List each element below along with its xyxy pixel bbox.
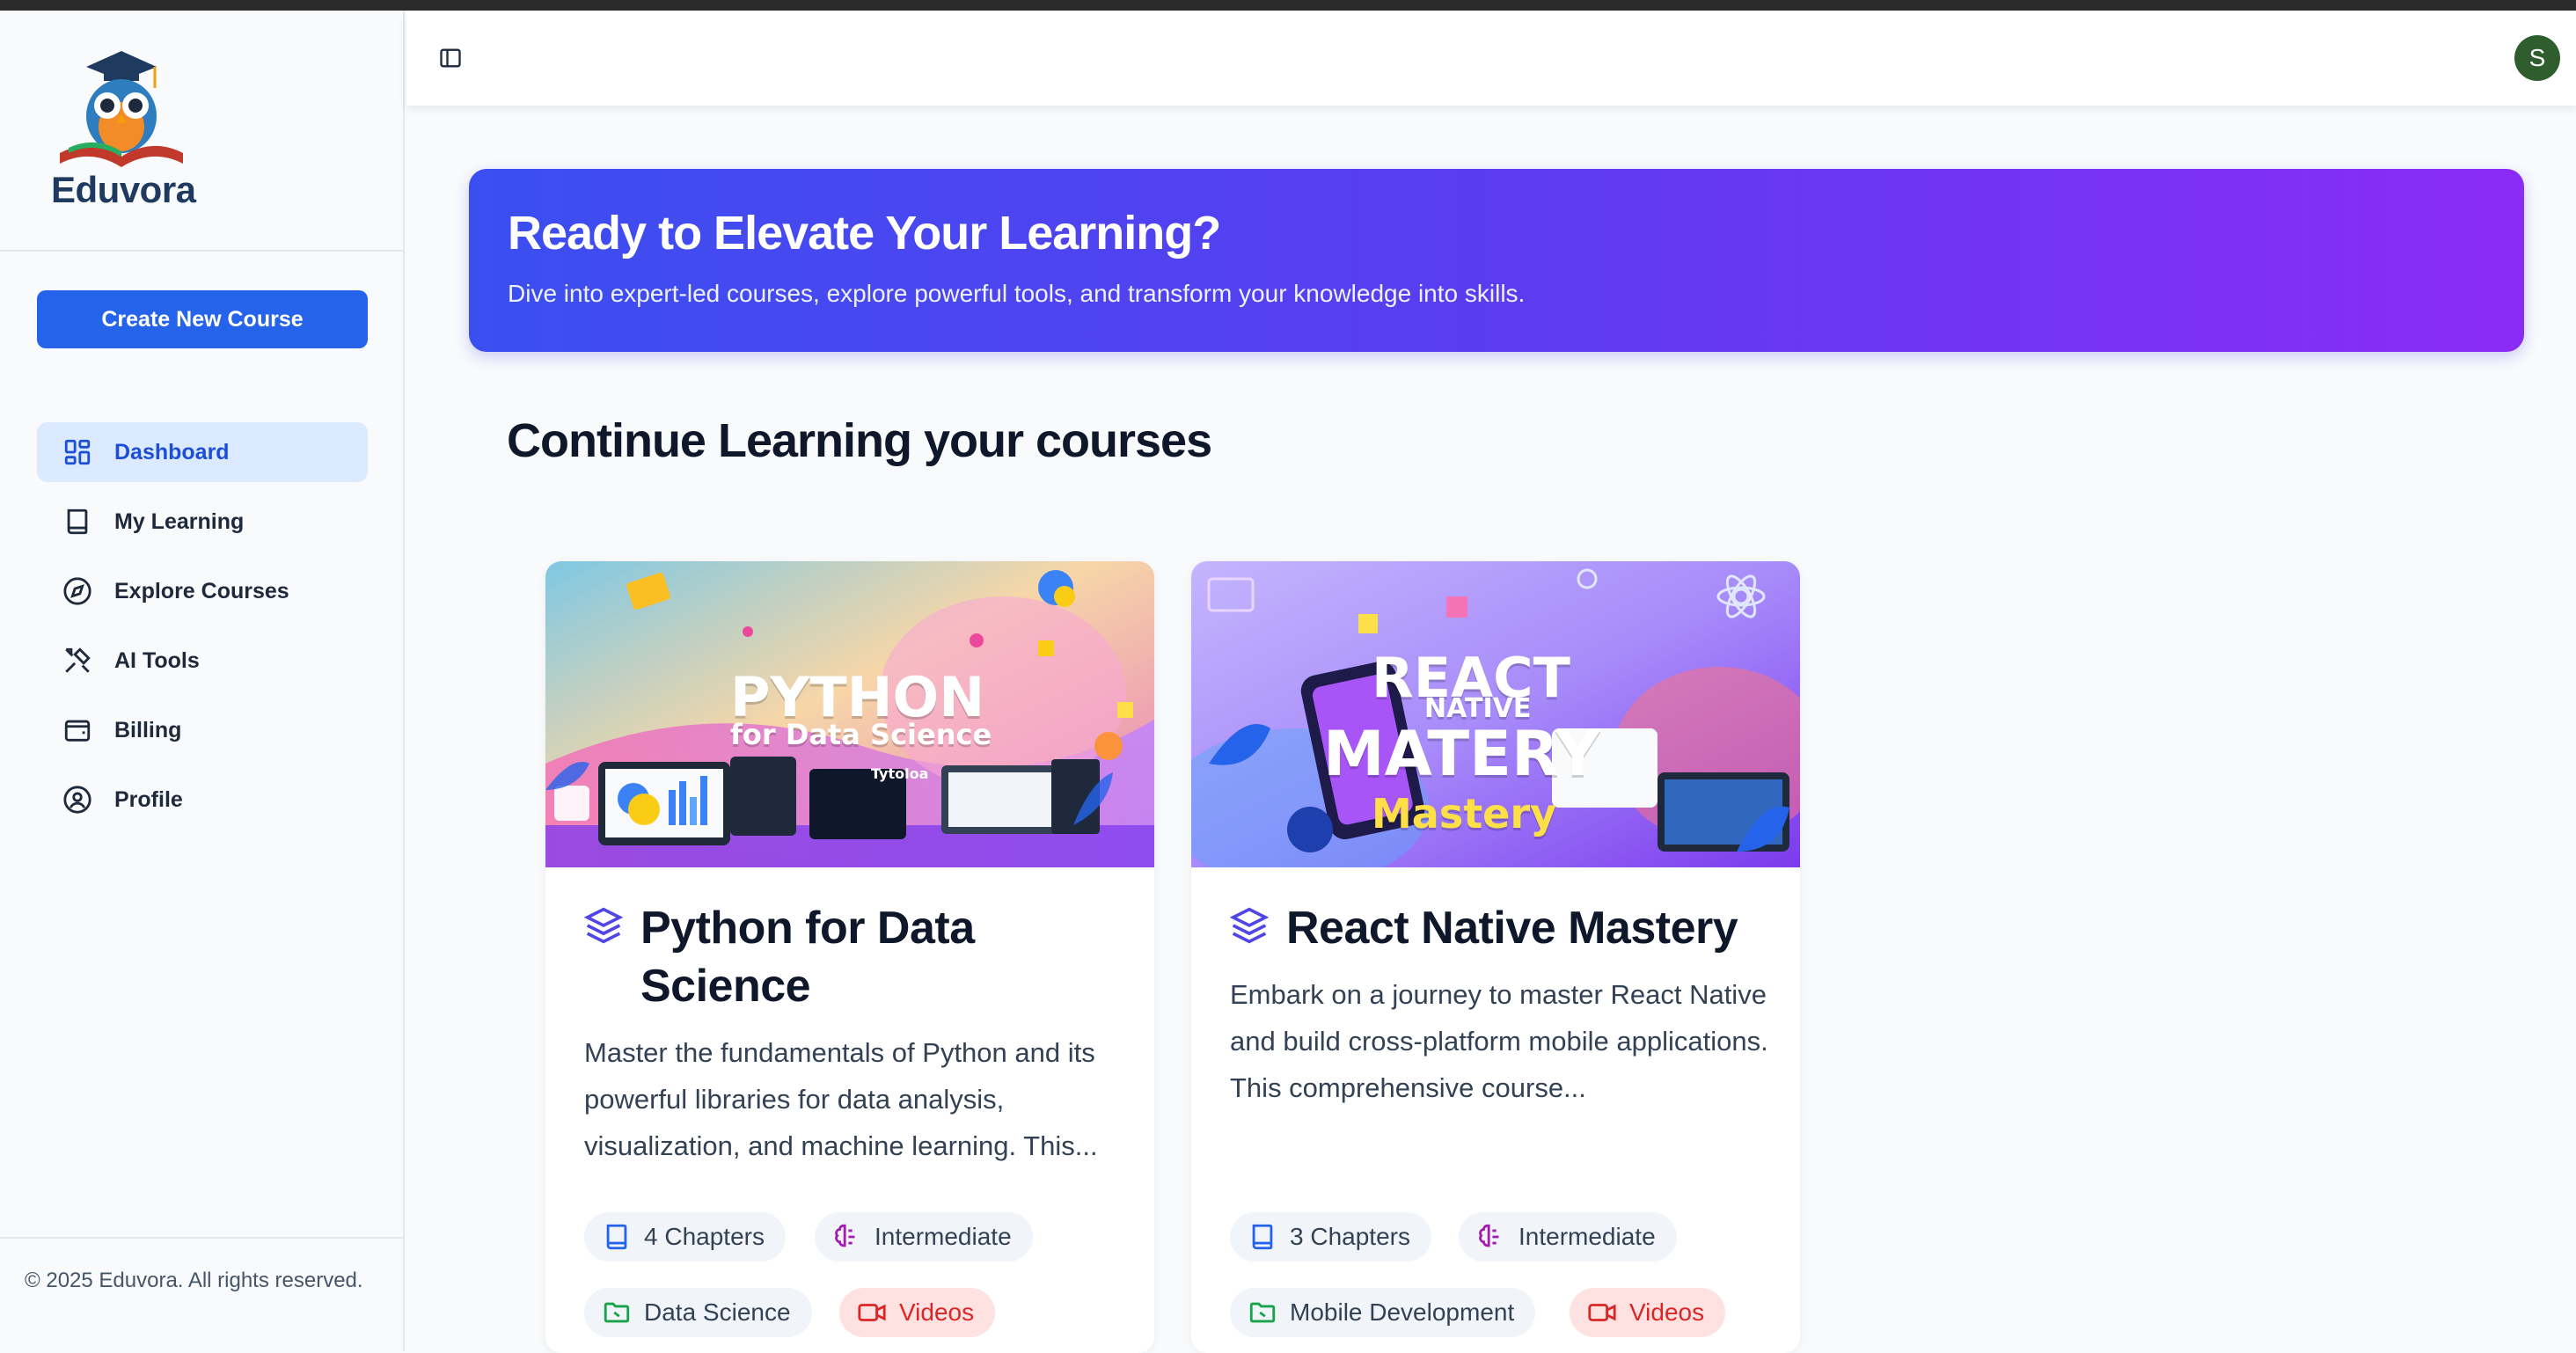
level-text: Intermediate — [1519, 1223, 1656, 1250]
wallet-icon — [62, 714, 93, 746]
layers-icon — [1230, 907, 1269, 944]
course-card-body: React Native Mastery Embark on a journey… — [1191, 867, 1800, 1353]
sidebar-item-my-learning[interactable]: My Learning — [37, 492, 368, 552]
logo-area: Eduvora — [0, 11, 403, 252]
level-text: Intermediate — [875, 1223, 1012, 1250]
compass-icon — [62, 575, 93, 607]
sidebar-item-label: AI Tools — [114, 647, 200, 673]
sidebar-footer: © 2025 Eduvora. All rights reserved. — [0, 1237, 403, 1351]
sidebar-toggle-icon[interactable] — [438, 46, 463, 70]
brain-icon — [835, 1224, 855, 1247]
create-new-course-button[interactable]: Create New Course — [37, 290, 368, 348]
thumbnail-screen-text: Tytoloa — [871, 765, 929, 782]
course-description: Master the fundamentals of Python and it… — [584, 1037, 1098, 1161]
tools-icon — [62, 645, 93, 676]
format-chip: Videos — [839, 1288, 996, 1337]
category-text: Data Science — [644, 1298, 791, 1326]
avatar[interactable]: S — [2514, 35, 2560, 81]
chapters-count: 4 Chapters — [644, 1223, 765, 1250]
category-chip: Data Science — [584, 1288, 812, 1337]
thumbnail-tagline: Mastery — [1372, 790, 1557, 837]
book-icon — [62, 506, 93, 538]
category-text: Mobile Development — [1290, 1298, 1515, 1326]
format-text: Videos — [1629, 1298, 1705, 1326]
owl-logo-icon[interactable] — [51, 49, 192, 172]
category-chip: Mobile Development — [1230, 1288, 1536, 1337]
layers-icon — [584, 907, 623, 944]
format-chip: Videos — [1570, 1288, 1726, 1337]
chapters-count: 3 Chapters — [1290, 1223, 1410, 1250]
hero-title: Ready to Elevate Your Learning? — [508, 207, 1221, 260]
user-circle-icon — [62, 784, 93, 815]
hero-banner: Ready to Elevate Your Learning? Dive int… — [469, 169, 2524, 352]
sidebar-item-label: My Learning — [114, 508, 245, 534]
thumbnail-subtitle: for Data Science — [730, 718, 992, 751]
book-icon — [606, 1224, 627, 1250]
sidebar: Eduvora Create New Course Dashboard My L… — [0, 11, 405, 1351]
sidebar-item-label: Explore Courses — [114, 578, 289, 603]
course-title[interactable]: React Native Mastery — [1286, 899, 1779, 957]
course-card-body: Python for Data Science Master the funda… — [545, 867, 1154, 1353]
sidebar-item-label: Dashboard — [114, 439, 230, 464]
course-card-react-native[interactable]: REACT NATIVE MATERY Mastery React Native… — [1191, 561, 1800, 1353]
course-card-python[interactable]: PYTHON for Data Science Tytoloa Python f… — [545, 561, 1154, 1353]
chapters-chip: 3 Chapters — [1230, 1212, 1431, 1262]
course-title[interactable]: Python for Data Science — [640, 899, 1133, 1015]
folder-icon — [1249, 1302, 1276, 1323]
sidebar-item-billing[interactable]: Billing — [37, 700, 368, 760]
video-icon — [1588, 1304, 1616, 1321]
sidebar-item-label: Billing — [114, 717, 182, 742]
window-top-strip — [0, 0, 2576, 11]
sidebar-item-label: Profile — [114, 786, 183, 812]
book-icon — [1252, 1224, 1273, 1250]
course-thumbnail[interactable]: PYTHON for Data Science Tytoloa — [545, 561, 1154, 867]
section-title: Continue Learning your courses — [507, 414, 1212, 467]
sidebar-item-dashboard[interactable]: Dashboard — [37, 422, 368, 482]
thumbnail-big-text: MATERY — [1323, 718, 1600, 790]
dashboard-icon — [62, 436, 93, 468]
sidebar-nav: Dashboard My Learning Explore Courses AI… — [37, 422, 368, 839]
course-thumbnail[interactable]: REACT NATIVE MATERY Mastery — [1191, 561, 1800, 867]
logo-text: Eduvora — [51, 169, 196, 210]
course-description: Embark on a journey to master React Nati… — [1230, 979, 1768, 1103]
sidebar-item-profile[interactable]: Profile — [37, 770, 368, 830]
level-chip: Intermediate — [815, 1212, 1033, 1262]
folder-icon — [604, 1302, 630, 1323]
brain-icon — [1479, 1224, 1499, 1247]
format-text: Videos — [899, 1298, 975, 1326]
level-chip: Intermediate — [1459, 1212, 1677, 1262]
hero-subtitle: Dive into expert-led courses, explore po… — [508, 280, 1526, 307]
sidebar-item-ai-tools[interactable]: AI Tools — [37, 631, 368, 691]
top-header: S — [406, 11, 2576, 106]
chapters-chip: 4 Chapters — [584, 1212, 786, 1262]
video-icon — [858, 1304, 886, 1321]
sidebar-item-explore-courses[interactable]: Explore Courses — [37, 561, 368, 621]
